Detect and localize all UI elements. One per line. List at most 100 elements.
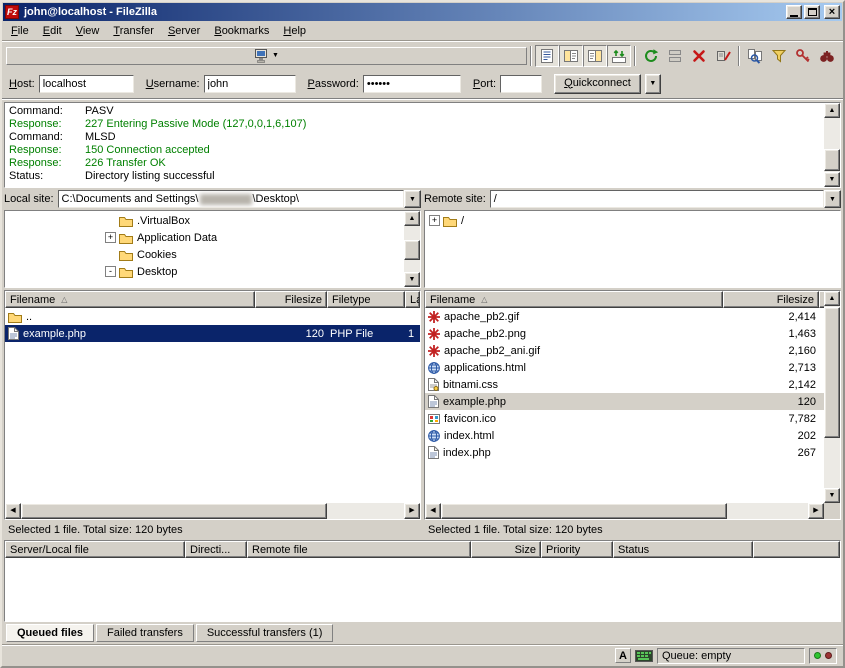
column-header-status[interactable]: Status [613,541,753,558]
close-button[interactable]: × [824,5,840,19]
expand-icon[interactable]: + [105,232,116,243]
scroll-left-button[interactable]: ◀ [425,503,441,519]
scroll-thumb[interactable] [441,503,727,519]
column-header-filetype[interactable]: Filetype [327,291,405,308]
column-header-server-local-file[interactable]: Server/Local file [5,541,185,558]
tab-successful-transfers[interactable]: Successful transfers (1) [196,624,334,642]
disconnect-button[interactable] [711,45,735,67]
column-header-filename[interactable]: Filename△ [5,291,255,308]
port-input[interactable] [500,75,542,93]
scroll-up-button[interactable]: ▲ [824,103,840,118]
local-tree-toggle-button[interactable] [559,45,583,67]
minimize-button[interactable] [786,5,802,19]
tree-item-cookies[interactable]: Cookies [5,246,404,263]
menu-file[interactable]: File [4,22,36,40]
file-row[interactable]: apache_pb2.png 1,463 [425,325,824,342]
scroll-thumb[interactable] [824,149,840,171]
remote-path-value[interactable]: / [490,190,824,208]
transfer-type-indicator[interactable]: A [615,648,631,663]
message-log-toggle-button[interactable] [535,45,559,67]
local-tree-scrollbar[interactable]: ▲ ▼ [404,211,420,287]
site-manager-button[interactable]: ▼ [6,47,527,65]
scroll-thumb[interactable] [824,307,840,438]
tree-item-virtualbox[interactable]: .VirtualBox [5,212,404,229]
scroll-down-button[interactable]: ▼ [824,172,840,187]
log-scrollbar[interactable]: ▲ ▼ [824,103,840,187]
quickconnect-button[interactable]: Quickconnect [554,74,641,94]
collapse-icon[interactable]: - [105,266,116,277]
remote-path-combo[interactable]: / ▼ [490,190,841,208]
refresh-button[interactable] [639,45,663,67]
file-row[interactable]: favicon.ico 7,782 [425,410,824,427]
scroll-down-button[interactable]: ▼ [824,488,840,503]
tree-item-label: Cookies [137,249,177,261]
file-row[interactable]: index.html 202 [425,427,824,444]
scroll-thumb[interactable] [21,503,327,519]
redacted-username [200,194,252,205]
log-label: Command: [9,105,85,118]
find-files-button[interactable] [815,45,839,67]
column-header-priority[interactable]: Priority [541,541,613,558]
tree-item-desktop[interactable]: - Desktop [5,263,404,280]
remote-horizontal-scrollbar[interactable]: ◀ ▶ [425,503,824,519]
file-row[interactable]: index.php 267 [425,444,824,461]
cancel-button[interactable] [687,45,711,67]
scroll-up-button[interactable]: ▲ [824,291,840,306]
menu-bookmarks[interactable]: Bookmarks [207,22,276,40]
column-header-filesize[interactable]: Filesize [255,291,327,308]
menu-edit[interactable]: Edit [36,22,69,40]
file-row[interactable]: apache_pb2_ani.gif 2,160 [425,342,824,359]
menu-view[interactable]: View [69,22,107,40]
tab-failed-transfers[interactable]: Failed transfers [96,624,194,642]
queue-toggle-button[interactable] [607,45,631,67]
column-header-filename[interactable]: Filename△ [425,291,723,308]
scroll-right-button[interactable]: ▶ [404,503,420,519]
file-row[interactable]: apache_pb2.gif 2,414 [425,308,824,325]
column-header-direction[interactable]: Directi... [185,541,247,558]
host-input[interactable] [39,75,134,93]
local-horizontal-scrollbar[interactable]: ◀ ▶ [5,503,420,519]
file-row-example-php[interactable]: example.php 120 PHP File 1 [5,325,420,342]
synchronized-browsing-button[interactable] [791,45,815,67]
directory-compare-button[interactable] [743,45,767,67]
password-input[interactable] [363,75,461,93]
remote-vertical-scrollbar[interactable]: ▲ ▼ [824,291,840,503]
expand-icon[interactable]: + [429,215,440,226]
quickconnect-dropdown-button[interactable]: ▼ [645,74,661,94]
process-queue-button[interactable] [663,45,687,67]
filter-button[interactable] [767,45,791,67]
column-label: Filesize [777,294,814,306]
remote-path-dropdown-button[interactable]: ▼ [824,190,841,208]
titlebar[interactable]: Fz john@localhost - FileZilla × [3,3,842,21]
file-row-updir[interactable]: .. [5,308,420,325]
scroll-down-button[interactable]: ▼ [404,272,420,287]
menu-server[interactable]: Server [161,22,207,40]
scroll-right-button[interactable]: ▶ [808,503,824,519]
local-path-suffix: \Desktop\ [253,193,299,205]
tab-queued-files[interactable]: Queued files [6,624,94,642]
tree-item-application-data[interactable]: + Application Data [5,229,404,246]
filename: index.php [443,447,491,459]
username-input[interactable] [204,75,296,93]
column-header-lastmodified[interactable]: Last modified [405,291,420,308]
column-header-size[interactable]: Size [471,541,541,558]
local-path-value[interactable]: C:\Documents and Settings\\Desktop\ [58,190,404,208]
column-header-remote-file[interactable]: Remote file [247,541,471,558]
tree-item-label: .VirtualBox [137,215,190,227]
menu-help[interactable]: Help [276,22,313,40]
file-row-selected[interactable]: example.php 120 [425,393,824,410]
local-path-dropdown-button[interactable]: ▼ [404,190,421,208]
file-row[interactable]: applications.html 2,713 [425,359,824,376]
file-row[interactable]: bitnami.css 2,142 [425,376,824,393]
local-path-combo[interactable]: C:\Documents and Settings\\Desktop\ ▼ [58,190,421,208]
remote-tree-toggle-button[interactable] [583,45,607,67]
scroll-up-button[interactable]: ▲ [404,211,420,226]
scroll-left-button[interactable]: ◀ [5,503,21,519]
maximize-button[interactable] [804,5,820,19]
tree-item-root[interactable]: + / [425,212,840,229]
filename: apache_pb2.gif [444,311,519,323]
filename: bitnami.css [443,379,498,391]
scroll-thumb[interactable] [404,240,420,260]
menu-transfer[interactable]: Transfer [106,22,161,40]
column-header-filesize[interactable]: Filesize [723,291,819,308]
